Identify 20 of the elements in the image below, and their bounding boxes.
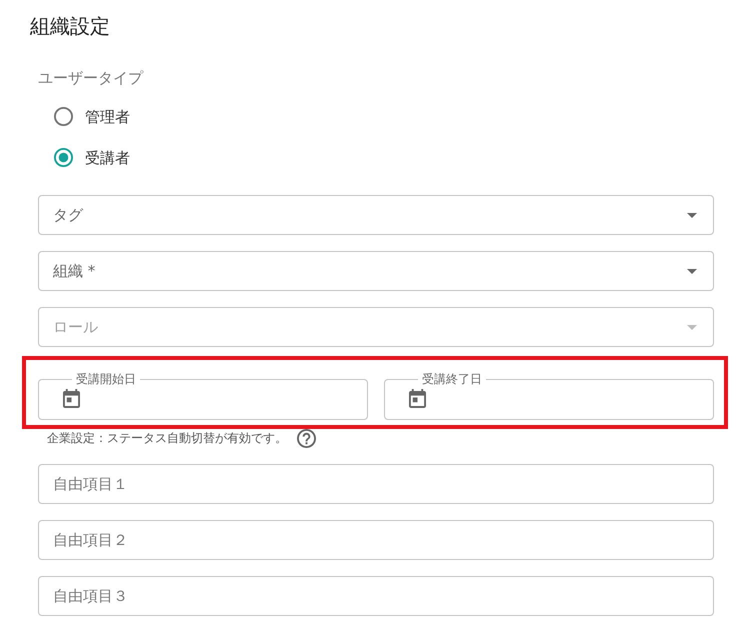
dropdown-field[interactable]: タグ: [38, 195, 714, 235]
group-label: ユーザータイプ: [38, 68, 143, 89]
text-field[interactable]: 自由項目２: [38, 520, 714, 560]
radio-option[interactable]: 管理者: [54, 106, 130, 126]
calendar-icon[interactable]: [63, 389, 80, 408]
caret-icon: [687, 324, 697, 330]
caret-icon: [687, 268, 697, 274]
caret-icon: [687, 212, 697, 218]
text-field[interactable]: 自由項目１: [38, 464, 714, 504]
date-field[interactable]: 受講終了日: [384, 372, 714, 420]
calendar-icon[interactable]: [409, 389, 426, 408]
text-field[interactable]: 自由項目３: [38, 576, 714, 616]
date-field[interactable]: 受講開始日: [38, 372, 368, 420]
radio-option[interactable]: 受講者: [54, 148, 130, 168]
radio-icon[interactable]: [54, 107, 73, 126]
dropdown-field[interactable]: 組織 *: [38, 251, 714, 291]
section-title: 組織設定: [30, 13, 110, 40]
radio-icon[interactable]: [54, 148, 73, 167]
help-text: 企業設定：ステータス自動切替が有効です。: [47, 430, 287, 446]
help-icon[interactable]: [297, 428, 316, 448]
